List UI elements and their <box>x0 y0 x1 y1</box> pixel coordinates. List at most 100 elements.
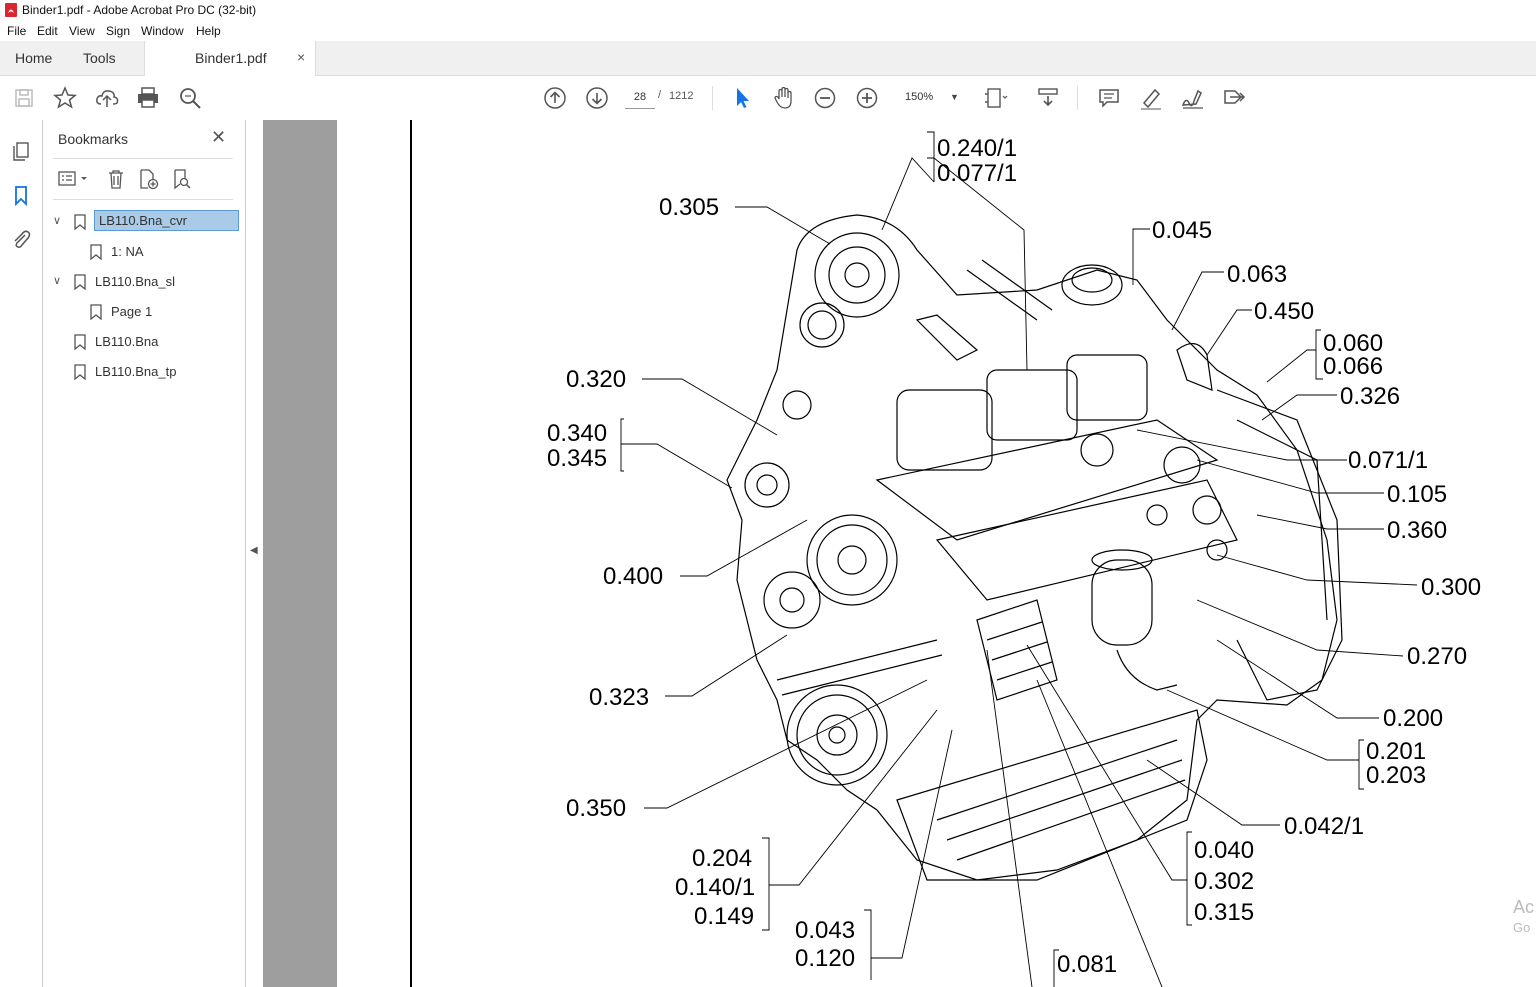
bookmark-label: 1: NA <box>111 244 144 259</box>
options-menu-icon[interactable] <box>57 168 93 190</box>
tab-tools[interactable]: Tools <box>83 50 116 66</box>
part-callout: 0.305 <box>659 194 720 221</box>
panel-collapse-strip[interactable]: ◀ <box>246 120 263 987</box>
menu-sign[interactable]: Sign <box>106 24 130 38</box>
bookmark-label: LB110.Bna_cvr <box>94 210 239 231</box>
star-icon[interactable] <box>52 85 78 111</box>
tab-document-label: Binder1.pdf <box>195 50 267 66</box>
bookmark-icon <box>90 244 102 260</box>
part-callout: 0.066 <box>1323 353 1384 380</box>
part-callout: 0.360 <box>1387 517 1448 544</box>
document-page[interactable]: 0.240/1 0.077/1 0.305 0.045 0.063 0.450 … <box>337 120 1536 987</box>
part-callout: 0.340 <box>547 420 608 447</box>
bookmark-item[interactable]: ∨ LB110.Bna_sl <box>43 271 243 295</box>
toolbar-divider <box>712 86 713 110</box>
bookmark-icon <box>74 214 86 230</box>
next-page-icon[interactable] <box>584 85 610 111</box>
bookmarks-panel: Bookmarks ✕ ∨ LB110.Bna_cvr 1: NA ∨ LB11… <box>43 120 246 987</box>
menu-bar: File Edit View Sign Window Help <box>0 21 1536 41</box>
page-fit-icon[interactable] <box>982 85 1008 111</box>
panel-divider <box>53 199 233 200</box>
part-callout: 0.201 <box>1366 738 1427 765</box>
chevron-down-icon: ▼ <box>950 92 959 102</box>
bookmark-item[interactable]: Page 1 <box>43 301 243 325</box>
bookmark-item[interactable]: LB110.Bna_tp <box>43 361 243 385</box>
bookmark-icon <box>74 274 86 290</box>
sign-icon[interactable] <box>1180 85 1206 111</box>
page-separator: / <box>658 89 662 101</box>
part-callout: 0.350 <box>566 795 627 822</box>
engine-illustration <box>620 131 1418 987</box>
bookmark-icon[interactable] <box>10 184 32 206</box>
menu-view[interactable]: View <box>69 24 95 38</box>
toolbar-divider <box>1077 86 1078 110</box>
panel-divider <box>53 158 233 159</box>
part-callout: 0.149 <box>694 903 755 930</box>
tab-close-icon[interactable]: × <box>297 49 305 65</box>
part-callout: 0.081 <box>1057 951 1118 978</box>
window-title: Binder1.pdf - Adobe Acrobat Pro DC (32-b… <box>22 3 257 17</box>
chevron-down-icon[interactable]: ∨ <box>53 214 65 227</box>
bookmark-label: Page 1 <box>111 304 153 319</box>
part-callout: 0.203 <box>1366 762 1427 789</box>
bookmark-item[interactable]: ∨ LB110.Bna_cvr <box>43 210 243 235</box>
bookmark-icon <box>90 304 102 320</box>
part-callout: 0.240/1 <box>937 135 1018 162</box>
menu-edit[interactable]: Edit <box>37 24 58 38</box>
part-callout: 0.315 <box>1194 899 1255 926</box>
previous-page-icon[interactable] <box>542 85 568 111</box>
activation-watermark: Ac <box>1513 897 1535 917</box>
share-icon[interactable] <box>1221 85 1247 111</box>
chevron-down-icon[interactable]: ∨ <box>53 274 65 287</box>
highlight-pen-icon[interactable] <box>1138 85 1164 111</box>
select-cursor-icon[interactable] <box>729 85 755 111</box>
part-callout: 0.140/1 <box>675 874 756 901</box>
toolbar: 28 / 1212 150% ▼ <box>0 76 1536 121</box>
menu-window[interactable]: Window <box>141 24 184 38</box>
tab-home[interactable]: Home <box>15 50 52 66</box>
part-callout: 0.077/1 <box>937 160 1018 187</box>
zoom-in-icon[interactable] <box>854 85 880 111</box>
bookmark-label: LB110.Bna <box>95 334 159 349</box>
bookmarks-title: Bookmarks <box>58 131 129 147</box>
hand-tool-icon[interactable] <box>771 85 797 111</box>
part-callout: 0.302 <box>1194 868 1255 895</box>
part-callout: 0.323 <box>589 684 650 711</box>
zoom-out-icon[interactable] <box>812 85 838 111</box>
page-total: 1212 <box>669 90 694 102</box>
cloud-upload-icon[interactable] <box>94 85 120 111</box>
part-callout: 0.204 <box>692 845 753 872</box>
menu-help[interactable]: Help <box>196 24 221 38</box>
part-callout: 0.200 <box>1383 705 1444 732</box>
zoom-select[interactable]: 150% ▼ <box>898 86 964 108</box>
acrobat-logo-icon <box>5 3 17 17</box>
tab-document[interactable]: Binder1.pdf × <box>144 41 316 76</box>
part-callout: 0.045 <box>1152 217 1213 244</box>
close-icon[interactable]: ✕ <box>211 127 226 148</box>
left-rail <box>0 120 43 987</box>
page-number-input[interactable]: 28 <box>625 86 655 109</box>
part-callout: 0.105 <box>1387 481 1448 508</box>
scroll-mode-icon[interactable] <box>1035 85 1061 111</box>
part-callout: 0.063 <box>1227 261 1288 288</box>
tab-bar: Home Tools Binder1.pdf × <box>0 41 1536 76</box>
part-callout: 0.300 <box>1421 574 1482 601</box>
save-icon[interactable] <box>11 85 37 111</box>
comment-icon[interactable] <box>1096 85 1122 111</box>
part-callout: 0.043 <box>795 917 856 944</box>
delete-bookmark-icon[interactable] <box>105 168 127 190</box>
zoom-value: 150% <box>905 91 934 103</box>
find-bookmark-icon[interactable] <box>170 168 192 190</box>
new-bookmark-icon[interactable] <box>137 168 159 190</box>
pages-icon[interactable] <box>10 140 32 162</box>
print-icon[interactable] <box>135 85 161 111</box>
part-callout: 0.270 <box>1407 643 1468 670</box>
collapse-arrow-icon[interactable]: ◀ <box>250 545 258 556</box>
bookmark-item[interactable]: LB110.Bna <box>43 331 243 355</box>
attachment-icon[interactable] <box>10 228 32 250</box>
part-callout: 0.345 <box>547 445 608 472</box>
bookmark-item[interactable]: 1: NA <box>43 241 243 265</box>
bookmark-label: LB110.Bna_sl <box>95 274 175 289</box>
menu-file[interactable]: File <box>7 24 26 38</box>
search-icon[interactable] <box>177 85 203 111</box>
